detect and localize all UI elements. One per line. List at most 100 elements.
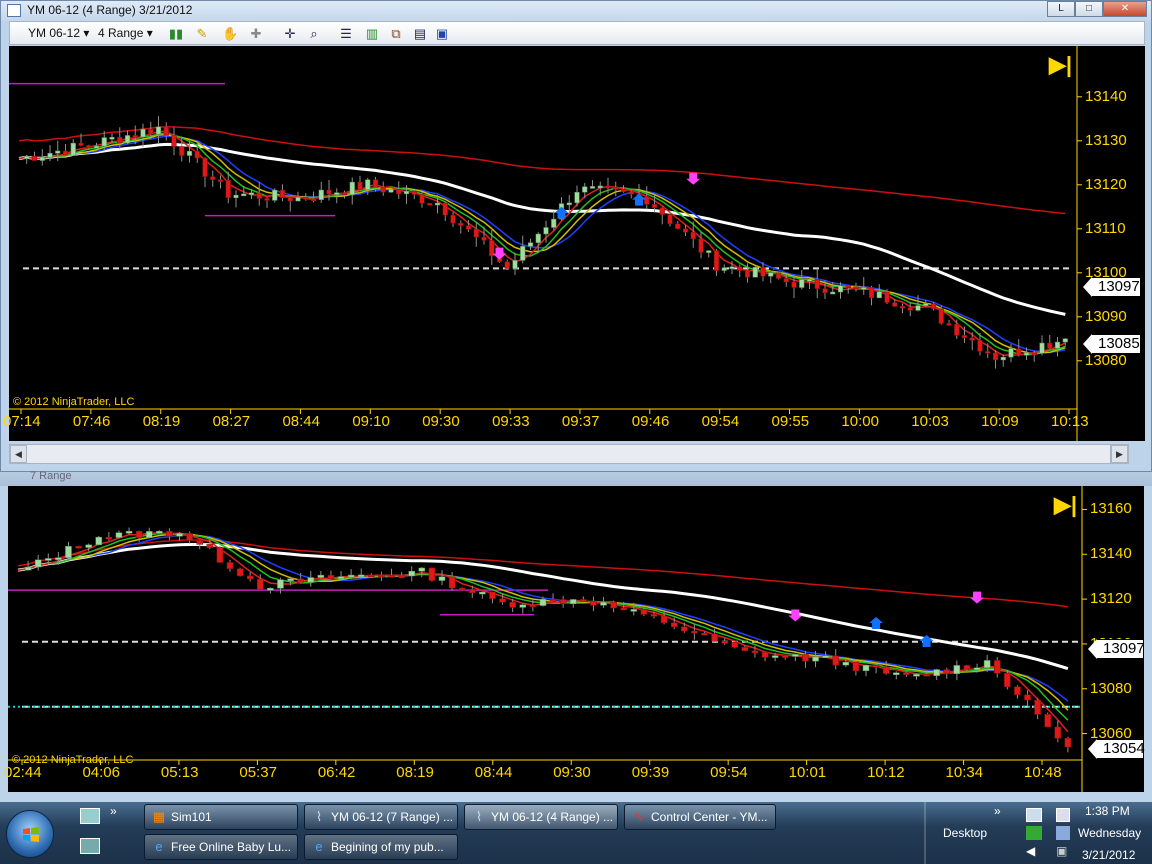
down-candle — [681, 626, 688, 632]
down-candle — [791, 281, 797, 288]
instrument-selector[interactable]: YM 06-12 ▾ — [28, 26, 89, 40]
clock-time[interactable]: 1:38 PM — [1085, 804, 1130, 818]
security-icon[interactable] — [1026, 826, 1042, 840]
up-candle — [55, 150, 61, 154]
scroll-to-end-icon-2[interactable]: ▶| — [1054, 492, 1077, 518]
up-candle — [125, 531, 133, 534]
down-candle — [1016, 348, 1022, 356]
down-candle — [660, 615, 668, 624]
down-candle — [853, 286, 859, 290]
down-candle — [148, 128, 154, 135]
up-candle — [403, 190, 410, 195]
up-candle — [47, 153, 53, 158]
tool-icon[interactable]: ✚ — [248, 26, 264, 42]
up-candle — [334, 192, 340, 195]
ninjatrader-icon: ∿ — [633, 809, 645, 824]
task-sim101[interactable]: ▦ Sim101 — [144, 804, 298, 830]
task-browser-2[interactable]: e Begining of my pub... — [304, 834, 458, 860]
up-candle — [630, 609, 638, 612]
down-candle — [31, 155, 38, 161]
up-candle — [140, 128, 146, 138]
instrument-label: YM 06-12 — [28, 26, 81, 40]
properties-icon[interactable]: ☰ — [338, 26, 354, 42]
up-candle — [418, 567, 426, 572]
up-candle — [812, 656, 819, 662]
up-candle — [1000, 356, 1006, 361]
switch-windows-icon[interactable] — [80, 838, 100, 854]
volume-icon[interactable]: ◀ — [1026, 844, 1040, 858]
tray-app-icon[interactable] — [1056, 808, 1070, 822]
white-ma-line — [18, 142, 1066, 316]
template-icon[interactable]: ▣ — [434, 26, 450, 42]
down-candle — [78, 142, 84, 146]
down-candle — [357, 181, 363, 190]
scroll-right-icon[interactable]: ▶ — [1111, 445, 1128, 463]
horizontal-scrollbar[interactable]: ◀ ⋮ ▶ — [9, 444, 1129, 464]
down-candle — [590, 601, 597, 606]
network-icon[interactable] — [1026, 808, 1042, 822]
up-candle — [1008, 348, 1014, 358]
task-label: Begining of my pub... — [331, 840, 444, 854]
down-candle — [216, 547, 224, 563]
x-tick-label: 10:00 — [841, 413, 879, 430]
down-candle — [690, 231, 696, 240]
crosshair-icon[interactable]: ✛ — [282, 26, 298, 42]
scroll-to-end-icon[interactable]: ▶| — [1049, 52, 1072, 78]
down-candle — [396, 189, 402, 195]
clock-day[interactable]: Wednesday — [1078, 826, 1141, 840]
up-candle — [438, 576, 446, 581]
period-selector[interactable]: 4 Range ▾ — [98, 26, 153, 40]
tray-app-icon-3[interactable]: ▣ — [1056, 844, 1070, 858]
minimize-button[interactable]: L — [1047, 1, 1075, 17]
scroll-left-icon[interactable]: ◀ — [10, 445, 27, 463]
title-bar[interactable]: YM 06-12 (4 Range) 3/21/2012 L □ ✕ — [1, 1, 1151, 21]
price-chart-7-range[interactable]: ▶| © 2012 NinjaTrader, LLC 13160 13140 131… — [4, 486, 1145, 792]
task-chart-4-range[interactable]: ⌇ YM 06-12 (4 Range) ... — [464, 804, 618, 830]
zoom-icon[interactable]: ⌕ — [306, 26, 322, 42]
sell-signal-arrow — [492, 247, 507, 260]
task-browser-1[interactable]: e Free Online Baby Lu... — [144, 834, 298, 860]
down-candle — [605, 185, 611, 189]
close-button[interactable]: ✕ — [1103, 1, 1147, 17]
candlestick-icon[interactable]: ▮▮ — [168, 26, 184, 42]
desktop-toolbar-label[interactable]: Desktop — [943, 826, 987, 840]
down-candle — [620, 607, 627, 611]
down-candle — [202, 157, 208, 177]
down-candle — [923, 673, 930, 677]
price-chart-4-range[interactable]: ▶| © 2012 NinjaTrader, LLC 13140 13130 131… — [3, 46, 1145, 441]
strategy-icon[interactable]: ⧉ — [388, 26, 404, 42]
up-candle — [434, 202, 441, 206]
down-candle — [977, 340, 983, 352]
toolbar-overflow-icon[interactable]: » — [994, 804, 1001, 818]
indicators-icon[interactable]: ▥ — [364, 26, 380, 42]
clock-date[interactable]: 3/21/2012 — [1082, 848, 1135, 862]
up-candle — [913, 673, 920, 677]
down-candle — [448, 576, 456, 589]
x-tick-label: 07:14 — [3, 413, 41, 430]
up-candle — [267, 587, 274, 591]
hand-icon[interactable]: ✋ — [222, 26, 238, 42]
down-candle — [783, 278, 789, 283]
down-candle — [86, 145, 92, 148]
quicklaunch-overflow-icon[interactable]: » — [110, 804, 117, 818]
tray-app-icon-2[interactable] — [1056, 826, 1070, 840]
maximize-button[interactable]: □ — [1075, 1, 1103, 17]
down-candle — [226, 562, 234, 569]
up-candle — [933, 669, 940, 676]
fast-ma-line — [17, 532, 1069, 733]
title-bar-2[interactable]: 7 Range — [0, 470, 1152, 486]
down-candle — [737, 266, 743, 271]
x-tick-label: 10:01 — [788, 764, 827, 781]
down-candle — [1064, 738, 1072, 748]
task-control-center[interactable]: ∿ Control Center - YM... — [624, 804, 776, 830]
x-tick-label: 06:42 — [317, 764, 356, 781]
down-candle — [903, 672, 910, 675]
show-desktop-icon[interactable] — [80, 808, 100, 824]
down-candle — [701, 632, 708, 636]
down-candle — [559, 599, 567, 605]
pencil-icon[interactable]: ✎ — [194, 26, 210, 42]
start-button[interactable] — [6, 810, 54, 858]
up-candle — [479, 591, 486, 595]
task-chart-7-range[interactable]: ⌇ YM 06-12 (7 Range) ... — [304, 804, 458, 830]
data-box-icon[interactable]: ▤ — [412, 26, 428, 42]
